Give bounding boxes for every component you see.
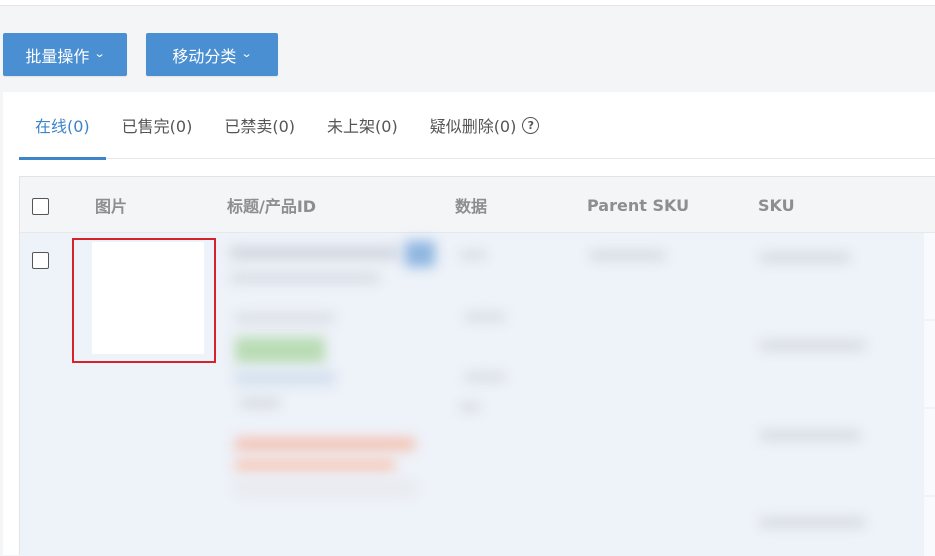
column-header-data: 数据 [455,197,488,216]
row-divider [924,233,935,319]
row-checkbox[interactable] [32,252,49,269]
column-header-parent-sku: Parent SKU [587,195,690,215]
redacted-title [230,247,400,259]
product-table: 图片 标题/产品ID 数据 Parent SKU SKU [19,176,935,556]
batch-actions-button[interactable]: 批量操作 ⌄ [3,33,127,76]
row-divider [924,497,935,556]
redacted-data-4 [460,403,480,411]
status-tabs: 在线(0) 已售完(0) 已禁卖(0) 未上架(0) 疑似删除(0) ? [19,92,935,160]
redacted-sku-4 [760,518,865,527]
table-row [20,233,935,556]
redacted-badge [405,241,435,267]
redacted-text [240,398,280,408]
redacted-data-2 [465,313,505,321]
table-header: 图片 标题/产品ID 数据 Parent SKU SKU [20,177,935,233]
top-bar [0,0,935,6]
redacted-data-3 [465,373,505,381]
product-panel: 在线(0) 已售完(0) 已禁卖(0) 未上架(0) 疑似删除(0) ? 图片 … [3,92,935,556]
tab-unlisted[interactable]: 未上架(0) [311,92,414,159]
chevron-down-icon: ⌄ [241,47,253,60]
column-header-sku: SKU [758,195,795,215]
tab-suspected-deleted[interactable]: 疑似删除(0) ? [414,92,556,159]
question-circle-icon[interactable]: ? [522,116,540,134]
redacted-tag-orange-2 [235,459,395,471]
redacted-id [235,313,335,323]
redacted-parent-sku [590,251,665,260]
column-header-image: 图片 [95,197,128,216]
redacted-footer [235,481,415,495]
redacted-data-1 [460,251,486,259]
tab-online[interactable]: 在线(0) [19,92,106,160]
redacted-tag-green [235,337,325,363]
chevron-down-icon: ⌄ [94,47,106,60]
redacted-sku-1 [760,253,850,262]
product-image [92,242,204,354]
select-all-checkbox[interactable] [32,198,49,215]
redacted-subtitle [230,273,380,283]
column-header-title: 标题/产品ID [227,197,317,216]
redacted-tag-blue [235,371,335,385]
redacted-tag-orange [235,438,415,450]
redacted-sku-2 [760,341,865,350]
batch-actions-label: 批量操作 [25,46,90,66]
tab-banned[interactable]: 已禁卖(0) [208,92,311,159]
tab-sold-out[interactable]: 已售完(0) [106,92,209,159]
row-divider [924,321,935,407]
move-category-label: 移动分类 [172,46,237,66]
row-divider [924,409,935,495]
redacted-sku-3 [760,431,860,440]
move-category-button[interactable]: 移动分类 ⌄ [146,33,278,76]
